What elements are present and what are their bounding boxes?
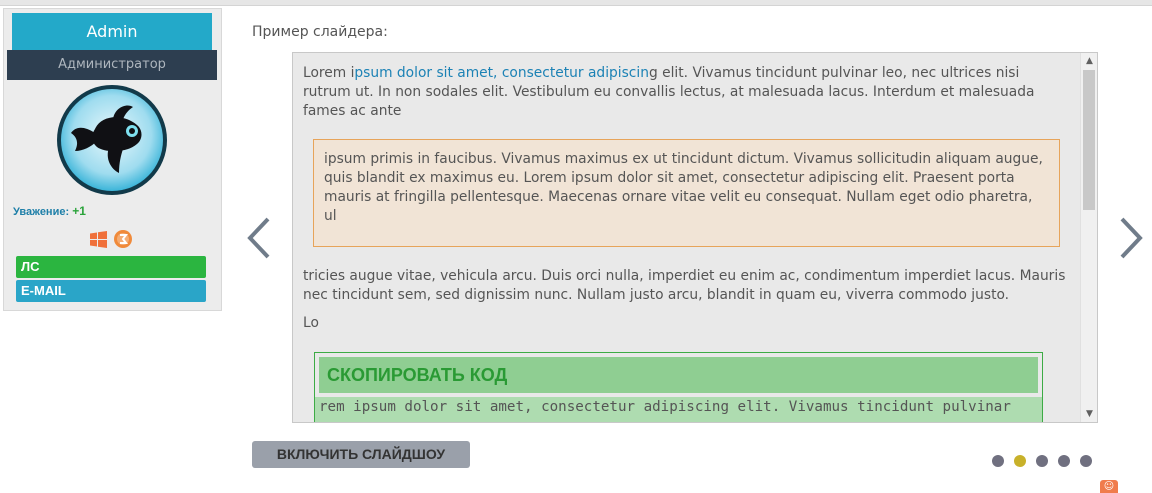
windows-icon	[90, 230, 107, 248]
scroll-up-icon[interactable]: ▲	[1081, 53, 1097, 69]
top-bar	[0, 0, 1152, 6]
slider-panel[interactable]: Lorem ipsum dolor sit amet, consectetur …	[292, 52, 1098, 423]
code-text: rem ipsum dolor sit amet, consectetur ad…	[315, 397, 1042, 422]
slider-title: Пример слайдера:	[252, 24, 388, 40]
scroll-thumb[interactable]	[1083, 70, 1095, 210]
username[interactable]: Admin	[12, 13, 212, 50]
p1-text-start: Lorem i	[303, 65, 355, 81]
p1-link[interactable]: psum dolor sit amet, consectetur adipisc…	[354, 65, 649, 81]
reputation-value: +1	[72, 204, 86, 218]
avatar[interactable]	[57, 85, 167, 195]
arrow-left-icon[interactable]	[244, 213, 274, 263]
slider-dots	[992, 455, 1092, 467]
reputation: Уважение: +1	[13, 204, 86, 218]
slider-dot[interactable]	[992, 455, 1004, 467]
paragraph-3: Lo	[303, 315, 319, 331]
slider-dot[interactable]	[1058, 455, 1070, 467]
user-role: Администратор	[7, 50, 217, 80]
slider-dot[interactable]	[1014, 455, 1026, 467]
paragraph-1: Lorem ipsum dolor sit amet, consectetur …	[303, 64, 1070, 121]
corner-badge-icon[interactable]: ☺	[1100, 480, 1118, 493]
quote-block: ipsum primis in faucibus. Vivamus maximu…	[313, 139, 1060, 247]
fish-avatar-icon	[61, 89, 163, 191]
slideshow-button[interactable]: ВКЛЮЧИТЬ СЛАЙДШОУ	[252, 441, 470, 468]
copy-code-button[interactable]: СКОПИРОВАТЬ КОД	[319, 357, 1038, 393]
slider-content: Lorem ipsum dolor sit amet, consectetur …	[293, 53, 1080, 422]
scroll-down-icon[interactable]: ▼	[1081, 406, 1097, 422]
email-button[interactable]: E-MAIL	[16, 280, 206, 302]
paragraph-2: tricies augue vitae, vehicula arcu. Duis…	[303, 268, 1066, 303]
code-block: СКОПИРОВАТЬ КОД rem ipsum dolor sit amet…	[314, 352, 1043, 422]
badge-icon	[114, 230, 132, 248]
user-icons	[90, 229, 133, 249]
scrollbar[interactable]: ▲ ▼	[1080, 53, 1097, 422]
slider-dot[interactable]	[1080, 455, 1092, 467]
reputation-label: Уважение:	[13, 206, 70, 218]
user-profile-card: Admin Администратор Уважение: +1 ЛС E-MA…	[3, 8, 222, 311]
arrow-right-icon[interactable]	[1116, 213, 1146, 263]
slider-dot[interactable]	[1036, 455, 1048, 467]
private-message-button[interactable]: ЛС	[16, 256, 206, 278]
